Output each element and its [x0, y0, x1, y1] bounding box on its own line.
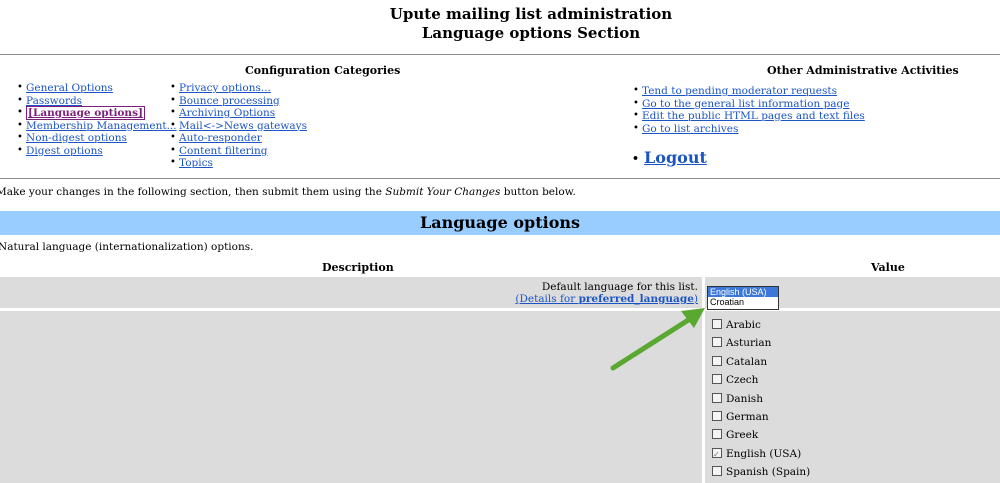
annotation-arrow-icon	[610, 308, 705, 371]
